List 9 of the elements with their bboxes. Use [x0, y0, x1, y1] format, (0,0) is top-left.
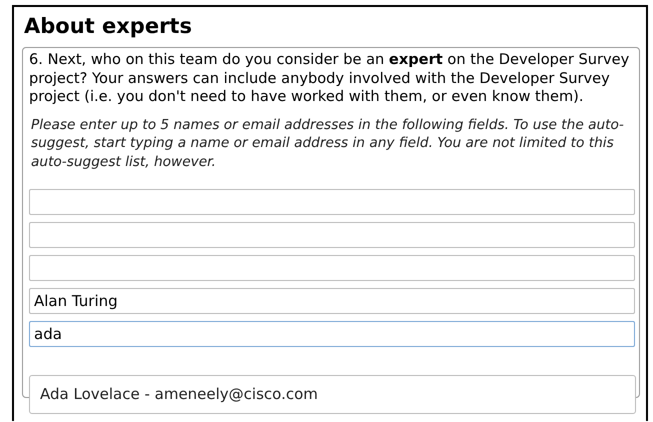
page-heading: About experts: [24, 13, 193, 40]
instructions-text: Please enter up to 5 names or email addresses in the following fields. To use the auto-suggest, start typing a name or email address in any field. You are not limited to this auto-suggest list, however.: [31, 116, 625, 171]
name-field[interactable]: Alan Turing: [29, 288, 635, 314]
suggestion-item[interactable]: Ada Lovelace - ameneely@cisco.com: [40, 384, 625, 404]
name-field[interactable]: [29, 189, 635, 215]
name-field[interactable]: [29, 255, 635, 281]
question-text: 6. Next, who on this team do you consider be an expert on the Developer Survey project? Your answers can include anybody involved with the Developer Survey project (i.e. you don't need to have worked with them, or even know them).: [29, 51, 630, 106]
name-field[interactable]: ada: [29, 321, 635, 347]
name-field[interactable]: [29, 222, 635, 248]
